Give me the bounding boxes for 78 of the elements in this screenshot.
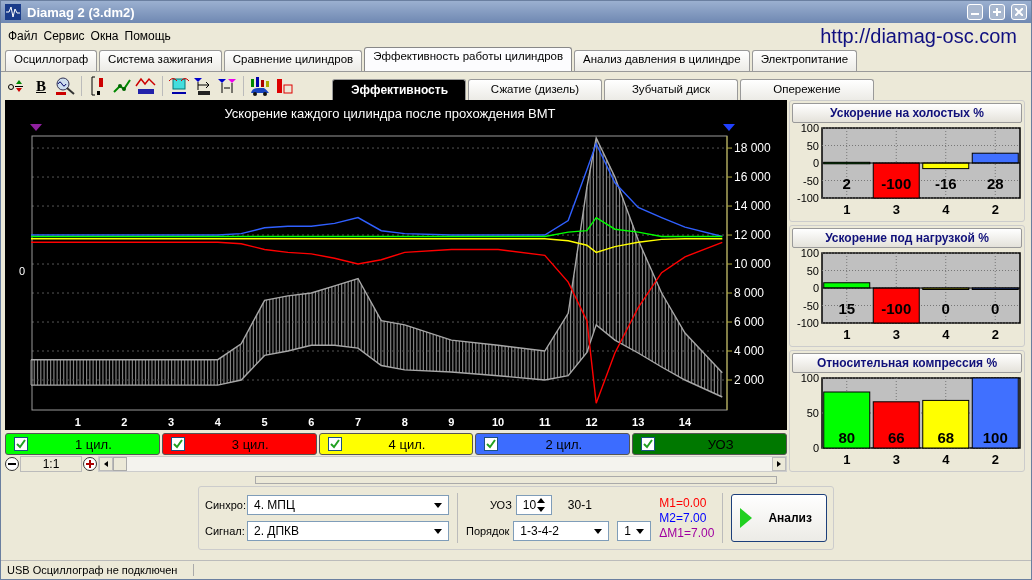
axis-label: 4 000: [734, 344, 765, 358]
axis-label: 100: [800, 248, 819, 259]
axis-label: 100: [800, 123, 819, 134]
field-label: УОЗ: [490, 499, 512, 511]
axis-label: 50: [806, 264, 819, 277]
data-label: 2: [842, 175, 851, 192]
field-label: Порядок: [466, 525, 510, 537]
axis-label: 6 000: [734, 315, 765, 329]
axis-label: 0: [812, 442, 819, 454]
data-label: 80: [838, 428, 856, 446]
axis-label: -50: [803, 174, 819, 187]
teeth-label: 30-1: [567, 498, 592, 512]
axis-label: 12 000: [734, 228, 771, 243]
status-text: USB Осциллограф не подключен: [1, 564, 194, 576]
axis-label: 3: [168, 416, 175, 428]
axis-label: 4: [942, 452, 950, 467]
axis-label: 2: [991, 452, 999, 467]
legend-label: УОЗ: [706, 436, 735, 452]
chart-title: Ускорение каждого цилиндра после прохождения ВМТ: [224, 106, 556, 121]
axis-label: 6: [308, 416, 315, 428]
data-label: 0: [941, 300, 950, 317]
window-title: Diamag 2 (3.dm2): [27, 4, 136, 20]
legend-label: 2 цил.: [544, 436, 584, 452]
axis-label: 8: [401, 416, 408, 428]
axis-label: 50: [806, 139, 819, 152]
axis-label: 18 000: [734, 141, 771, 156]
axis-label: -100: [796, 317, 819, 329]
axis-label: 2: [121, 416, 128, 428]
axis-label: 10: [492, 416, 505, 428]
axis-label: 14: [678, 416, 692, 428]
axis-label: 1: [843, 202, 851, 217]
axis-label: 7: [354, 416, 362, 428]
data-label: 0: [991, 300, 1000, 317]
zoom-value: 1:1: [20, 456, 82, 472]
axis-label: 9: [448, 416, 455, 428]
axis-label: 13: [632, 416, 645, 428]
legend-label: 1 цил.: [74, 436, 113, 452]
axis-label: 2 000: [734, 373, 765, 387]
data-label: 100: [982, 428, 1008, 446]
axis-label: 12: [585, 416, 598, 428]
axis-label: 4: [942, 202, 950, 217]
data-label: 15: [838, 300, 856, 317]
data-label: 66: [887, 428, 905, 446]
axis-label: 4: [214, 416, 221, 428]
data-label: 28: [986, 175, 1004, 192]
measure-value: ΔM1=7.00: [659, 526, 715, 540]
axis-label: 10 000: [734, 257, 771, 272]
axis-label: 2: [991, 327, 999, 342]
field-label: Сигнал:: [205, 525, 243, 537]
axis-label: 14 000: [734, 199, 771, 214]
axis-label: 2: [991, 202, 999, 217]
field-label: Синхро:: [205, 499, 243, 511]
axis-label: 5: [261, 416, 268, 428]
measure-value: M2=7.00: [659, 511, 708, 525]
axis-label: -100: [796, 192, 819, 204]
legend-label: 3 цил.: [230, 436, 270, 452]
axis-label: 16 000: [734, 170, 771, 185]
axis-label: 3: [892, 452, 900, 467]
axis-label: 0: [18, 265, 25, 277]
data-label: -16: [934, 175, 957, 192]
axis-label: 3: [892, 327, 900, 342]
axis-label: 0: [812, 157, 819, 169]
axis-label: 4: [942, 327, 950, 342]
axis-label: 100: [800, 373, 819, 384]
axis-label: 3: [892, 202, 900, 217]
axis-label: 1: [843, 452, 851, 467]
measure-value: M1=0.00: [659, 496, 708, 510]
axis-label: 0: [812, 282, 819, 294]
axis-label: -50: [803, 299, 819, 312]
axis-label: 1: [843, 327, 851, 342]
axis-label: 1: [74, 416, 81, 428]
data-label: -100: [881, 175, 912, 192]
axis-label: 8 000: [734, 286, 765, 300]
legend-label: 4 цил.: [387, 436, 427, 452]
axis-label: 50: [806, 407, 819, 419]
data-label: 68: [937, 428, 955, 446]
data-label: -100: [881, 300, 912, 317]
axis-label: 11: [539, 416, 551, 428]
